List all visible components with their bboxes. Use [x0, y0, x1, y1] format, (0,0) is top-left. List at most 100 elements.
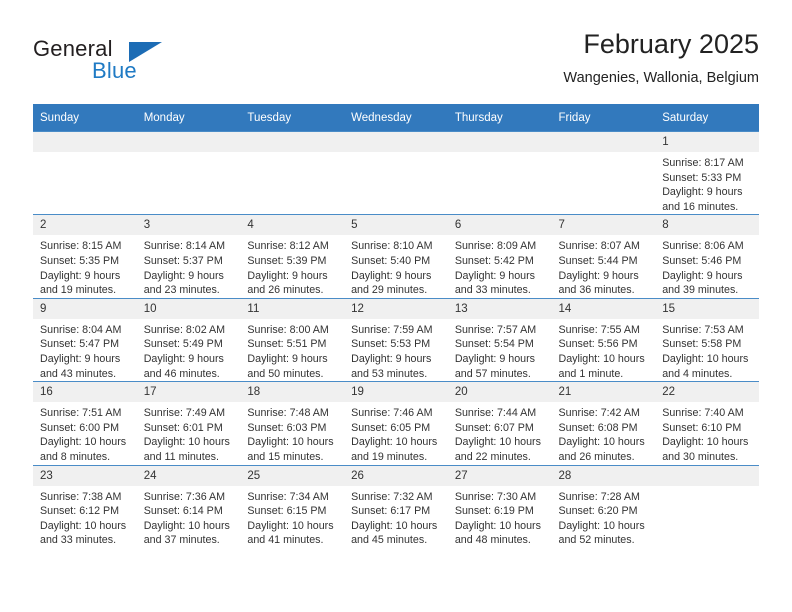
calendar-day-cell[interactable]: 25 Sunrise: 7:34 AM Sunset: 6:15 PM Dayligh… [240, 464, 345, 548]
sunrise-text: Sunrise: 7:36 AM [143, 490, 226, 503]
day-cell-inner: 23 Sunrise: 7:38 AM Sunset: 6:12 PM Dayligh… [33, 465, 137, 548]
weekday-header-tuesday: Tuesday [240, 104, 345, 132]
sunrise-text: Sunrise: 8:17 AM [662, 157, 744, 169]
day-detail-lines [33, 152, 137, 156]
calendar-day-cell[interactable]: 4 Sunrise: 8:12 AM Sunset: 5:39 PM Daylight… [240, 214, 345, 299]
daylight-text: Daylight: 9 hours [351, 352, 432, 365]
daylight-text: Daylight: 10 hours [143, 519, 230, 532]
day-cell-inner: 8 Sunrise: 8:06 AM Sunset: 5:46 PM Daylight… [655, 215, 759, 297]
sunrise-text: Sunrise: 8:00 AM [247, 323, 329, 336]
day-cell-inner: 2 Sunrise: 8:15 AM Sunset: 5:35 PM Daylight… [33, 215, 137, 297]
calendar-day-cell-empty [447, 130, 552, 215]
day-cell-inner: 28 Sunrise: 7:28 AM Sunset: 6:20 PM Dayligh… [551, 465, 656, 548]
daylight-text: Daylight: 10 hours [662, 352, 749, 365]
sunrise-text: Sunrise: 7:53 AM [662, 323, 744, 336]
day-detail-lines: Sunrise: 7:46 AM Sunset: 6:05 PM Daylight:… [344, 402, 448, 464]
calendar-day-cell[interactable]: 7 Sunrise: 8:07 AM Sunset: 5:44 PM Daylight… [551, 214, 656, 299]
sunrise-text: Sunrise: 7:30 AM [454, 490, 537, 503]
day-detail-lines: Sunrise: 7:36 AM Sunset: 6:14 PM Daylight:… [137, 486, 241, 548]
calendar-day-cell[interactable]: 23 Sunrise: 7:38 AM Sunset: 6:12 PM Dayligh… [33, 464, 137, 548]
calendar-week-row: 23 Sunrise: 7:38 AM Sunset: 6:12 PM Dayligh… [33, 464, 759, 548]
day-detail-lines: Sunrise: 7:38 AM Sunset: 6:12 PM Daylight:… [33, 486, 137, 548]
sunset-text: Sunset: 6:03 PM [247, 421, 327, 434]
daylight-text: Daylight: 9 hours [40, 269, 121, 282]
daylight-text: and 19 minutes. [351, 450, 428, 463]
calendar-day-cell[interactable]: 24 Sunrise: 7:36 AM Sunset: 6:14 PM Dayligh… [136, 464, 241, 548]
sunset-text: Sunset: 6:10 PM [662, 421, 742, 434]
sunset-text: Sunset: 6:05 PM [351, 421, 431, 434]
daylight-text: Daylight: 9 hours [558, 269, 639, 282]
calendar-day-cell[interactable]: 13 Sunrise: 7:57 AM Sunset: 5:54 PM Dayligh… [447, 297, 552, 382]
calendar-day-cell[interactable]: 12 Sunrise: 7:59 AM Sunset: 5:53 PM Dayligh… [344, 297, 448, 382]
day-cell-inner: 25 Sunrise: 7:34 AM Sunset: 6:15 PM Dayligh… [240, 465, 345, 548]
daylight-text: and 53 minutes. [351, 367, 428, 380]
day-number: 19 [344, 382, 448, 403]
day-number: 6 [447, 215, 552, 236]
calendar-day-cell[interactable]: 9 Sunrise: 8:04 AM Sunset: 5:47 PM Daylight… [33, 297, 137, 382]
sunset-text: Sunset: 5:40 PM [351, 254, 431, 267]
daylight-text: Daylight: 10 hours [247, 519, 334, 532]
calendar-day-cell[interactable]: 14 Sunrise: 7:55 AM Sunset: 5:56 PM Dayligh… [551, 297, 656, 382]
day-cell-inner: 24 Sunrise: 7:36 AM Sunset: 6:14 PM Dayligh… [136, 465, 241, 548]
calendar-day-cell[interactable]: 28 Sunrise: 7:28 AM Sunset: 6:20 PM Dayligh… [551, 464, 656, 548]
sunset-text: Sunset: 5:35 PM [40, 254, 120, 267]
day-detail-lines: Sunrise: 7:42 AM Sunset: 6:08 PM Daylight:… [552, 402, 656, 464]
sunset-text: Sunset: 5:46 PM [662, 254, 742, 267]
calendar-day-cell[interactable]: 2 Sunrise: 8:15 AM Sunset: 5:35 PM Daylight… [33, 214, 137, 299]
sunrise-text: Sunrise: 7:48 AM [247, 407, 329, 420]
calendar-day-cell[interactable]: 17 Sunrise: 7:49 AM Sunset: 6:01 PM Dayligh… [136, 381, 241, 465]
general-blue-logo[interactable]: General Blue [33, 36, 233, 92]
weekday-header-saturday: Saturday [655, 104, 759, 132]
day-number [240, 132, 345, 152]
calendar-day-cell[interactable]: 19 Sunrise: 7:46 AM Sunset: 6:05 PM Dayligh… [344, 381, 448, 465]
sunrise-text: Sunrise: 8:06 AM [662, 240, 744, 253]
sunset-text: Sunset: 5:54 PM [454, 338, 534, 351]
calendar-day-cell[interactable]: 26 Sunrise: 7:32 AM Sunset: 6:17 PM Dayligh… [344, 464, 448, 548]
calendar-day-cell[interactable]: 6 Sunrise: 8:09 AM Sunset: 5:42 PM Daylight… [447, 214, 552, 299]
calendar-day-cell-empty [655, 464, 759, 548]
calendar-day-cell[interactable]: 16 Sunrise: 7:51 AM Sunset: 6:00 PM Dayligh… [33, 381, 137, 465]
day-detail-lines: Sunrise: 8:15 AM Sunset: 5:35 PM Daylight:… [33, 235, 137, 297]
calendar-day-cell[interactable]: 3 Sunrise: 8:14 AM Sunset: 5:37 PM Daylight… [136, 214, 241, 299]
calendar-day-cell[interactable]: 8 Sunrise: 8:06 AM Sunset: 5:46 PM Daylight… [655, 214, 759, 299]
calendar-day-cell[interactable]: 10 Sunrise: 8:02 AM Sunset: 5:49 PM Dayligh… [136, 297, 241, 382]
calendar-day-cell[interactable]: 21 Sunrise: 7:42 AM Sunset: 6:08 PM Dayligh… [551, 381, 656, 465]
daylight-text: Daylight: 9 hours [351, 269, 432, 282]
daylight-text: Daylight: 9 hours [247, 352, 328, 365]
calendar-day-cell[interactable]: 20 Sunrise: 7:44 AM Sunset: 6:07 PM Dayligh… [447, 381, 552, 465]
day-detail-lines: Sunrise: 7:55 AM Sunset: 5:56 PM Daylight:… [552, 319, 656, 381]
daylight-text: Daylight: 10 hours [351, 519, 438, 532]
day-cell-inner: 20 Sunrise: 7:44 AM Sunset: 6:07 PM Dayligh… [447, 382, 552, 464]
sunset-text: Sunset: 5:53 PM [351, 338, 431, 351]
daylight-text: Daylight: 10 hours [40, 519, 127, 532]
daylight-text: and 45 minutes. [351, 534, 428, 547]
calendar-day-cell[interactable]: 11 Sunrise: 8:00 AM Sunset: 5:51 PM Dayligh… [240, 297, 345, 382]
calendar-day-cell[interactable]: 22 Sunrise: 7:40 AM Sunset: 6:10 PM Dayligh… [655, 381, 759, 465]
day-cell-inner: 27 Sunrise: 7:30 AM Sunset: 6:19 PM Dayligh… [447, 465, 552, 548]
calendar-day-cell[interactable]: 27 Sunrise: 7:30 AM Sunset: 6:19 PM Dayligh… [447, 464, 552, 548]
day-cell-inner [33, 132, 137, 214]
sunset-text: Sunset: 5:42 PM [454, 254, 534, 267]
day-number: 11 [240, 298, 345, 319]
calendar-day-cell[interactable]: 1 Sunrise: 8:17 AM Sunset: 5:33 PM Daylight… [655, 130, 759, 215]
sunrise-text: Sunrise: 7:32 AM [351, 490, 433, 503]
day-detail-lines: Sunrise: 7:44 AM Sunset: 6:07 PM Daylight:… [448, 402, 552, 464]
day-number [344, 132, 448, 152]
daylight-text: and 37 minutes. [143, 534, 220, 547]
daylight-text: and 23 minutes. [143, 284, 220, 297]
daylight-text: Daylight: 9 hours [454, 269, 536, 282]
page-title: February 2025 [583, 29, 759, 59]
day-cell-inner: 12 Sunrise: 7:59 AM Sunset: 5:53 PM Dayligh… [344, 298, 448, 381]
daylight-text: and 33 minutes. [454, 284, 531, 297]
daylight-text: and 15 minutes. [247, 450, 324, 463]
day-cell-inner: 15 Sunrise: 7:53 AM Sunset: 5:58 PM Dayligh… [655, 298, 759, 381]
day-detail-lines [655, 486, 759, 490]
sunset-text: Sunset: 6:15 PM [247, 505, 327, 518]
sunset-text: Sunset: 5:56 PM [558, 338, 638, 351]
calendar-day-cell[interactable]: 18 Sunrise: 7:48 AM Sunset: 6:03 PM Dayligh… [240, 381, 345, 465]
sunset-text: Sunset: 6:20 PM [558, 505, 638, 518]
day-detail-lines: Sunrise: 7:57 AM Sunset: 5:54 PM Daylight:… [448, 319, 552, 381]
calendar-day-cell[interactable]: 15 Sunrise: 7:53 AM Sunset: 5:58 PM Dayligh… [655, 297, 759, 382]
calendar-day-cell[interactable]: 5 Sunrise: 8:10 AM Sunset: 5:40 PM Daylight… [344, 214, 448, 299]
day-number: 26 [344, 465, 448, 486]
